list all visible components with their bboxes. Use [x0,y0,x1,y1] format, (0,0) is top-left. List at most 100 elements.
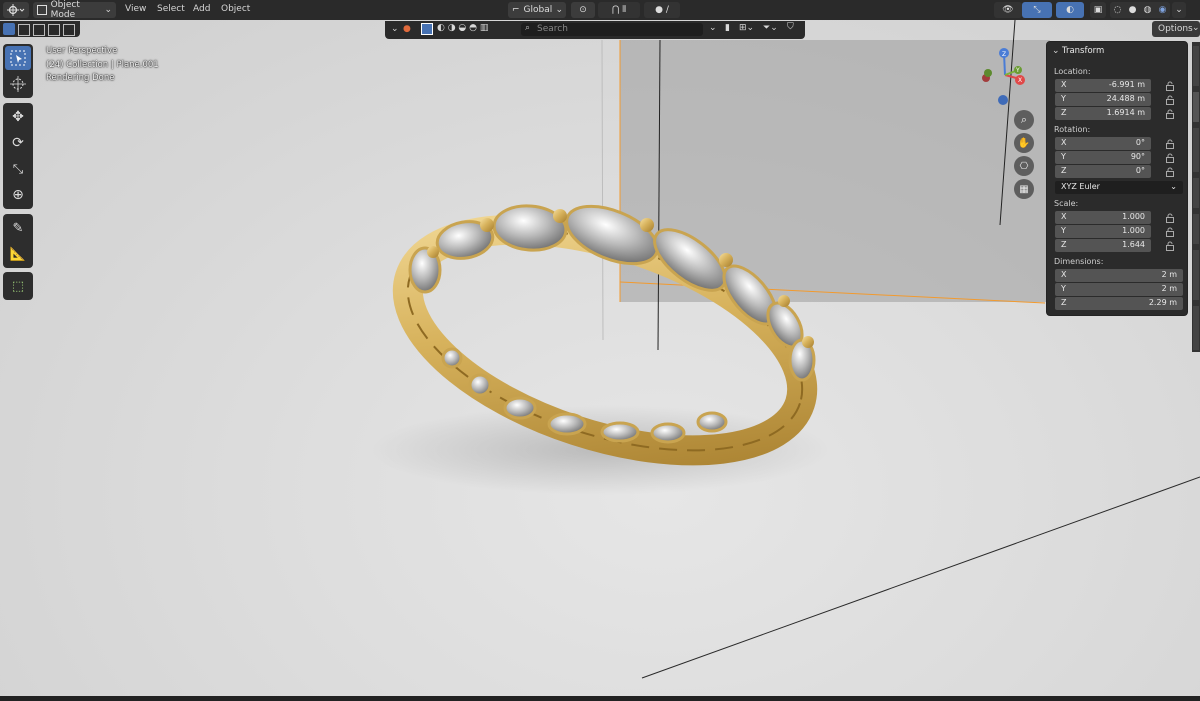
lock-icon[interactable] [1165,153,1175,163]
shield-icon[interactable]: ⛉ [787,22,794,32]
visibility-button[interactable]: 👁 [994,2,1022,18]
options-button[interactable]: Options ⌄ [1152,21,1200,37]
wireframe-shading-icon: ◌ [1113,5,1122,15]
bookmark-icon[interactable]: ▮ [725,23,730,33]
perspective-toggle-button[interactable]: ▦ [1014,179,1034,199]
measure-tool[interactable]: 📐 [5,242,31,266]
move-tool[interactable]: ✥ [5,105,31,129]
dimensions-x-field[interactable]: X 2 m [1055,269,1183,282]
solid-shading-icon: ● [1128,5,1137,15]
rotate-icon: ⟳ [12,135,24,151]
field-value: 0° [1135,166,1145,175]
snap-button[interactable]: ⋂ ⫴ [598,2,640,18]
box-display-icon[interactable] [421,23,433,35]
sidebar-tab-tool[interactable] [1193,92,1199,122]
location-y-field[interactable]: Y 24.488 m [1055,93,1151,106]
collection-info-text: (24) Collection | Plane.001 [46,60,159,70]
sidebar-tab-edit[interactable] [1193,178,1199,208]
location-z-field[interactable]: Z 1.6914 m [1055,107,1151,120]
chevron-down-icon[interactable]: ⌄ [1052,46,1060,56]
location-x-field[interactable]: X -6.991 m [1055,79,1151,92]
sidebar-tab-addon[interactable] [1193,250,1199,300]
select-intersect-button[interactable] [63,24,75,36]
shading-options-button[interactable]: ⌄ [1172,2,1186,18]
axis-label: Z [1061,240,1067,249]
axis-label: Y [1061,226,1066,235]
select-box-tool[interactable] [5,46,31,70]
field-value: 1.644 [1122,240,1145,249]
3d-viewport[interactable]: User Perspective (24) Collection | Plane… [0,20,1200,696]
mode-dropdown[interactable]: Object Mode ⌄ [33,0,116,20]
menu-select[interactable]: Select [157,4,185,14]
dimensions-y-field[interactable]: Y 2 m [1055,283,1183,296]
gizmo-y-label: Y [1015,67,1020,74]
rotation-y-field[interactable]: Y 90° [1055,151,1151,164]
xray-button[interactable]: ▣ [1090,2,1106,18]
sidebar-tab-extra[interactable] [1193,306,1199,350]
menu-object[interactable]: Object [221,4,250,14]
search-input[interactable]: ⌕ Search [521,23,703,36]
dimensions-label: Dimensions: [1054,257,1104,266]
field-value: 1.6914 m [1106,108,1145,117]
sphere-icon[interactable]: ◐ ◑ ◒ ◓ ▥ [437,23,488,33]
gizmo-toggle-button[interactable]: ⤡ [1022,2,1052,18]
options-label: Options [1158,24,1193,34]
lock-icon[interactable] [1165,241,1175,251]
field-value: 2.29 m [1148,298,1177,307]
camera-view-button[interactable]: ⎔ [1014,156,1034,176]
rotation-mode-dropdown[interactable]: XYZ Euler ⌄ [1055,181,1183,194]
add-cube-tool[interactable]: ⬚ [5,274,31,298]
lock-icon[interactable] [1165,95,1175,105]
scale-tool[interactable]: ⤡ [5,157,31,181]
zoom-button[interactable]: ⌕ [1014,110,1034,130]
scale-x-field[interactable]: X 1.000 [1055,211,1151,224]
view-layer-icon[interactable]: ⊞⌄ [739,23,754,33]
rotation-label: Rotation: [1054,125,1091,134]
cursor-tool[interactable] [5,72,31,96]
lock-icon[interactable] [1165,213,1175,223]
transform-tool[interactable]: ⊕ [5,183,31,207]
transform-panel: ⌄ Transform Location: X -6.991 m Y 24.488 … [1046,41,1188,316]
pivot-point-button[interactable]: ⊙ [571,2,595,18]
lock-icon[interactable] [1165,167,1175,177]
sidebar-tab-item[interactable] [1193,46,1199,86]
navigation-gizmo[interactable]: Z X Y [975,45,1035,115]
proportional-edit-button[interactable]: ● ∕ [644,2,680,18]
annotate-tool[interactable]: ✎ [5,216,31,240]
scale-label: Scale: [1054,199,1079,208]
orientation-dropdown[interactable]: ⌐ Global ⌄ [508,2,566,18]
sidebar-tabs [1192,42,1200,352]
search-placeholder: Search [537,24,568,34]
select-subtract-button[interactable] [33,24,45,36]
search-icon: ⌕ [525,23,531,33]
lock-icon[interactable] [1165,139,1175,149]
rotation-z-field[interactable]: Z 0° [1055,165,1151,178]
select-invert-button[interactable] [48,24,60,36]
menu-view[interactable]: View [125,4,146,14]
scale-icon: ⤡ [12,161,24,177]
lock-icon[interactable] [1165,227,1175,237]
measure-icon: 📐 [9,246,27,262]
select-extend-button[interactable] [18,24,30,36]
magnet-icon: ⋂ ⫴ [611,5,627,15]
pan-button[interactable]: ✋ [1014,133,1034,153]
lock-icon[interactable] [1165,109,1175,119]
editor-type-button[interactable] [3,2,29,18]
field-value: 1.000 [1122,212,1145,221]
sidebar-tab-view[interactable] [1193,128,1199,172]
select-new-button[interactable] [3,23,15,35]
rotate-tool[interactable]: ⟳ [5,131,31,155]
rotation-x-field[interactable]: X 0° [1055,137,1151,150]
scale-z-field[interactable]: Z 1.644 [1055,239,1151,252]
scale-y-field[interactable]: Y 1.000 [1055,225,1151,238]
overlay-toggle-button[interactable]: ◐ [1056,2,1084,18]
render-status-text: Rendering Done [46,73,115,83]
sidebar-tab-create[interactable] [1193,214,1199,244]
dimensions-z-field[interactable]: Z 2.29 m [1055,297,1183,310]
filter-chevron-icon[interactable]: ⌄ [709,23,717,33]
menu-add[interactable]: Add [193,4,210,14]
filter-icon[interactable]: ⏷⌄ [763,23,778,33]
lock-icon[interactable] [1165,81,1175,91]
shading-buttons[interactable]: ◌ ● ◍ ◉ [1110,2,1170,18]
toolbar-group-add: ⬚ [3,272,33,300]
